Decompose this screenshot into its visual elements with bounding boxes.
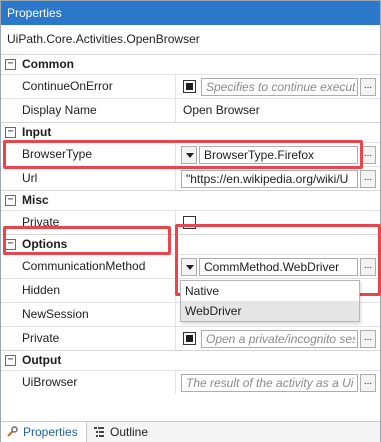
ui-browser-field[interactable]: The result of the activity as a Ui — [181, 374, 358, 392]
property-row-continue-on-error: ContinueOnError Specifies to continue ex… — [1, 74, 380, 98]
property-name: Url — [22, 171, 38, 185]
field-placeholder: Specifies to continue executi — [206, 80, 355, 94]
category-label: Output — [22, 353, 62, 367]
collapse-icon[interactable]: − — [5, 59, 16, 70]
category-output[interactable]: − Output — [1, 350, 380, 370]
property-name: Hidden — [22, 283, 61, 297]
property-name: CommunicationMethod — [22, 259, 146, 273]
collapse-icon[interactable]: − — [5, 195, 16, 206]
activity-type-name: UiPath.Core.Activities.OpenBrowser — [7, 32, 200, 46]
property-name: NewSession — [22, 307, 89, 321]
category-label: Misc — [22, 193, 49, 207]
property-row-ui-browser: UiBrowser The result of the activity as … — [1, 370, 380, 394]
url-field[interactable]: "https://en.wikipedia.org/wiki/U — [181, 170, 358, 188]
continue-on-error-field[interactable]: Specifies to continue executi — [201, 78, 358, 96]
properties-panel: Properties UiPath.Core.Activities.OpenBr… — [0, 0, 381, 442]
field-placeholder: The result of the activity as a Ui — [186, 376, 354, 390]
browser-type-highlight — [3, 140, 363, 169]
collapse-icon[interactable]: − — [5, 355, 16, 366]
column-divider — [175, 167, 176, 190]
display-name-field[interactable]: Open Browser — [183, 99, 363, 122]
property-row-private-options: Private Open a private/incognito ses ... — [1, 326, 380, 350]
column-divider — [175, 75, 176, 98]
private-options-field[interactable]: Open a private/incognito ses — [201, 330, 358, 348]
communication-method-name-highlight — [3, 226, 171, 255]
category-common[interactable]: − Common — [1, 54, 380, 74]
category-misc[interactable]: − Misc — [1, 190, 380, 210]
ellipsis-button[interactable]: ... — [360, 330, 376, 348]
panel-title: Properties — [7, 6, 62, 20]
property-name: Private — [22, 331, 60, 345]
dropdown-option-native[interactable]: Native — [181, 281, 359, 301]
ellipsis-button[interactable]: ... — [360, 374, 376, 392]
ellipsis-button[interactable]: ... — [360, 170, 376, 188]
continue-on-error-checkbox[interactable] — [183, 80, 196, 93]
wrench-icon — [7, 426, 18, 437]
private-options-checkbox[interactable] — [183, 332, 196, 345]
property-row-display-name: Display Name Open Browser — [1, 98, 380, 122]
tab-properties[interactable]: Properties — [1, 422, 87, 442]
property-name: UiBrowser — [22, 375, 78, 389]
column-divider — [175, 327, 176, 350]
field-placeholder: Open a private/incognito ses — [206, 332, 355, 346]
category-label: Common — [22, 57, 74, 71]
tab-label: Properties — [23, 425, 78, 439]
communication-method-dropdown-list: Native WebDriver — [180, 280, 360, 322]
column-divider — [175, 371, 176, 394]
category-input[interactable]: − Input — [1, 122, 380, 142]
column-divider — [175, 303, 176, 326]
panel-tab-bar: Properties Outline — [1, 421, 380, 442]
property-name: Display Name — [22, 103, 97, 117]
ellipsis-button[interactable]: ... — [360, 78, 376, 96]
tab-outline[interactable]: Outline — [88, 422, 168, 442]
dropdown-option-webdriver[interactable]: WebDriver — [181, 301, 359, 321]
collapse-icon[interactable]: − — [5, 127, 16, 138]
column-divider — [175, 99, 176, 122]
outline-icon — [94, 427, 104, 437]
property-name: ContinueOnError — [22, 79, 113, 93]
panel-title-bar: Properties — [1, 1, 380, 25]
property-row-url: Url "https://en.wikipedia.org/wiki/U ... — [1, 166, 380, 190]
tab-label: Outline — [110, 425, 149, 439]
field-value: "https://en.wikipedia.org/wiki/U — [186, 172, 349, 186]
